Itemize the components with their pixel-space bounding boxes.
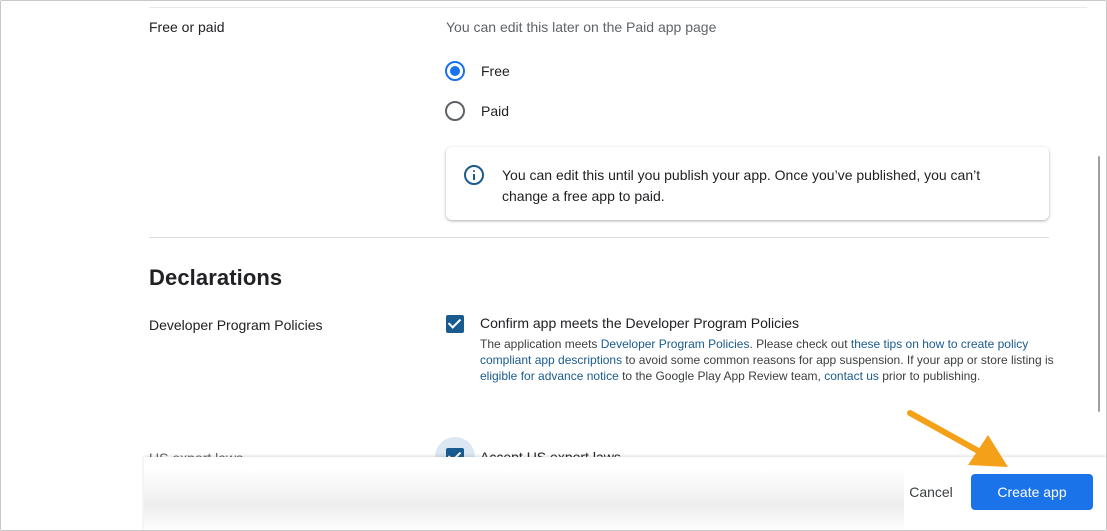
dev-program-policies-link[interactable]: Developer Program Policies — [601, 337, 750, 351]
contact-us-link[interactable]: contact us — [824, 369, 879, 383]
radio-paid-indicator[interactable] — [445, 101, 465, 121]
policy-desc-text-4: to the Google Play App Review team, — [618, 369, 825, 383]
declarations-title: Declarations — [149, 265, 283, 290]
free-or-paid-hint: You can edit this later on the Paid app … — [446, 19, 717, 35]
radio-free-label: Free — [481, 63, 510, 79]
create-app-dialog: Free or paid You can edit this later on … — [0, 0, 1107, 531]
radio-paid[interactable]: Paid — [445, 101, 509, 121]
top-divider — [149, 7, 1087, 8]
advance-notice-link[interactable]: eligible for advance notice — [480, 369, 619, 383]
policy-desc-text-1: The application meets — [480, 337, 601, 351]
radio-free-indicator[interactable] — [445, 61, 465, 81]
footer-fade — [144, 469, 904, 530]
dev-policies-label: Developer Program Policies — [149, 317, 323, 333]
radio-free[interactable]: Free — [445, 61, 510, 81]
section-divider — [149, 237, 1049, 238]
info-card: You can edit this until you publish your… — [446, 147, 1049, 220]
dev-policies-description: The application meets Developer Program … — [480, 336, 1055, 384]
orange-pointer-arrow-icon — [907, 410, 1008, 467]
create-app-button[interactable]: Create app — [971, 474, 1093, 510]
radio-paid-label: Paid — [481, 103, 510, 119]
info-circle-icon — [464, 165, 484, 185]
policy-desc-text-3: to avoid some common reasons for app sus… — [622, 353, 1054, 367]
policy-desc-text-2: . Please check out — [749, 337, 851, 351]
scrollbar-thumb[interactable] — [1098, 156, 1100, 412]
info-card-text: You can edit this until you publish your… — [502, 167, 981, 204]
policy-desc-text-5: prior to publishing. — [878, 369, 981, 383]
cancel-button[interactable]: Cancel — [896, 474, 966, 510]
free-or-paid-label: Free or paid — [149, 19, 225, 35]
dev-policies-checkbox[interactable] — [446, 315, 464, 333]
dev-policies-checkbox-label: Confirm app meets the Developer Program … — [480, 315, 800, 331]
